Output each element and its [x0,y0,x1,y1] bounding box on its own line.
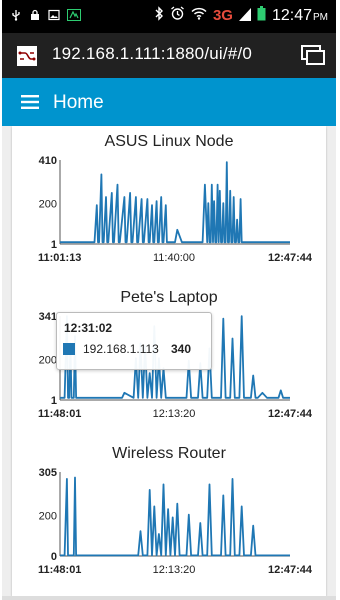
x-tick-label: 11:40:00 [153,252,195,264]
x-tick-label: 12:47:44 [268,252,313,264]
page-title: Home [53,92,104,113]
app-icon [67,8,81,21]
status-bar: 3G 12:47PM [2,0,336,33]
network-type: 3G [212,7,233,24]
y-tick-label: 200 [39,355,57,367]
tooltip-time: 12:31:02 [64,321,113,335]
chart-title: Wireless Router [112,445,226,462]
wifi-icon [191,7,207,24]
phone-screen: 3G 12:47PM 192.168.1.111:1880/ui/#/0 Hom… [2,0,336,600]
x-tick-label: 12:47:44 [268,408,313,420]
browser-url-bar: 192.168.1.111:1880/ui/#/0 [2,33,336,78]
chart-wireless-router[interactable]: 305 200 011:48:01 12:13:20 12:47:44 [12,468,326,583]
battery-icon [257,6,266,25]
alarm-icon [170,6,185,25]
chart-tooltip: 12:31:02 192.168.1.113 340 [56,312,212,370]
tooltip-series: 192.168.1.113 [83,342,159,356]
chart-group: ASUS Linux Node 410 200 1 11:01:13 11:40:00 1… [12,126,326,596]
image-icon [48,8,60,21]
node-red-icon [16,45,38,72]
y-tick-label: 200 [39,199,57,211]
x-tick-label: 12:47:44 [268,564,313,576]
clock: 12:47PM [271,6,328,24]
chart-title: Pete's Laptop [120,289,218,306]
system-icons: 3G 12:47PM [154,6,328,25]
chart-asus-linux-node[interactable]: 410 200 111:01:13 11:40:00 12:47:44 [12,156,326,271]
y-tick-label: 200 [39,511,57,523]
series-swatch [63,343,75,355]
y-tick-label: 341 [39,312,57,323]
y-tick-label: 1 [51,239,57,251]
x-tick-label: 11:48:01 [38,564,81,576]
x-tick-label: 11:01:13 [38,252,81,264]
series-line [60,476,290,557]
url-text[interactable]: 192.168.1.111:1880/ui/#/0 [52,44,252,64]
chart-title: ASUS Linux Node [104,133,234,150]
x-tick-label: 12:13:20 [153,564,196,576]
signal-icon [238,7,251,25]
x-tick-label: 11:48:01 [38,408,81,420]
bottom-edge [2,596,336,600]
y-tick-label: 305 [39,468,57,479]
lock-icon [29,8,41,20]
y-tick-label: 1 [51,395,57,407]
y-tick-label: 410 [39,156,57,167]
y-tick-label: 0 [51,551,57,563]
dashboard-header: Home [2,78,336,126]
hamburger-icon[interactable] [21,95,39,114]
x-tick-label: 12:13:20 [153,408,196,420]
notification-icons [10,8,81,21]
bluetooth-icon [154,6,164,25]
tabs-icon[interactable] [300,44,326,71]
tooltip-value: 340 [171,342,192,356]
usb-icon [10,8,22,21]
series-line [60,161,290,244]
